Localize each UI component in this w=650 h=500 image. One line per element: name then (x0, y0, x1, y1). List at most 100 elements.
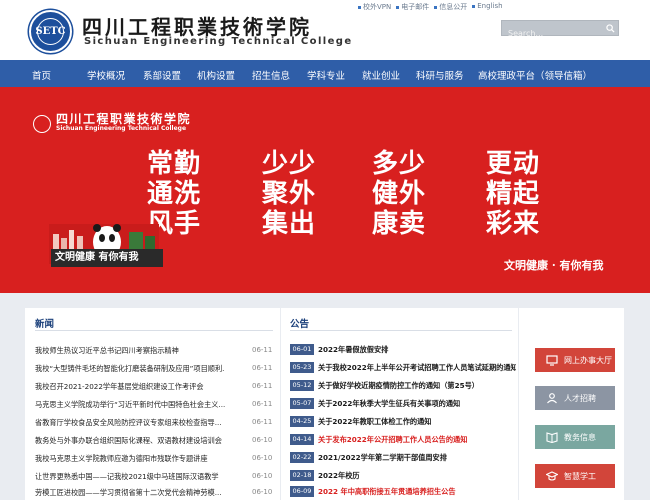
slogan-text: 更动 (486, 149, 541, 179)
news-item-date: 06-11 (252, 382, 273, 390)
top-link-label: 校外VPN (363, 3, 392, 11)
quick-link-label: 人才招聘 (564, 393, 596, 403)
news-item[interactable]: 让世界更熟悉中国——记我校2021级中马班国际汉语教学 06-10 (35, 468, 273, 485)
news-item-title: 我校“大型铸件毛坯的智能化打磨装备研制及应用”项目顺利... (35, 364, 225, 373)
slogan-text: 常勤 (147, 149, 202, 179)
nav-item-about[interactable]: 学校概况 (87, 68, 125, 82)
news-item[interactable]: 我校马克思主义学院教师应邀为德阳市残联作专题讲座 06-10 (35, 450, 273, 467)
news-item-title: 教务处与外事办联合组织国际化课程、双语教材建设培训会 (35, 436, 222, 445)
search-icon[interactable] (606, 24, 615, 33)
slogan-text: 少少 (262, 149, 317, 179)
bullet-icon (396, 5, 400, 9)
site-header: SETC 四川工程职業技術学院 Sichuan Engineering Tech… (0, 0, 650, 60)
notice-date-badge: 06-09 (290, 486, 314, 497)
quick-link-label: 教务信息 (564, 432, 596, 442)
slogan-text: 健外 (372, 179, 427, 209)
notice-item-title: 关于我校2022年上半年公开考试招聘工作人员笔试延期的通知 (318, 363, 516, 372)
talent-recruitment-button[interactable]: 人才招聘 (535, 386, 615, 410)
notice-item-title: 2021/2022学年第二学期干部值周安排 (318, 453, 447, 462)
banner-caption: 文明健康 有你有我 (51, 249, 163, 267)
news-item-date: 06-10 (252, 436, 273, 444)
news-item[interactable]: 我校召开2021-2022学年基层党组织建设工作考评会 06-11 (35, 378, 273, 395)
banner-college-name-en: Sichuan Engineering Technical College (56, 125, 187, 132)
top-link-email[interactable]: 电子邮件 (396, 2, 429, 12)
notice-date-badge: 05-23 (290, 362, 314, 373)
nav-item-research[interactable]: 科研与服务 (416, 68, 464, 82)
notice-date-badge: 06-01 (290, 344, 314, 355)
notice-date-badge: 05-12 (290, 380, 314, 391)
online-service-hall-button[interactable]: 网上办事大厅 (535, 348, 615, 372)
news-item-title: 我校师生热议习近平总书记四川考察指示精神 (35, 346, 179, 355)
notice-item[interactable]: 02-18 2022年校历 (290, 468, 516, 485)
top-link-info[interactable]: 信息公开 (434, 2, 467, 12)
notice-item[interactable]: 06-09 2022 年中高职衔接五年贯通培养招生公告 (290, 484, 516, 500)
nav-item-organizations[interactable]: 机构设置 (197, 68, 235, 82)
notice-item-title: 2022 年中高职衔接五年贯通培养招生公告 (318, 487, 456, 496)
slogan-text: 聚外 (262, 179, 317, 209)
notice-item[interactable]: 04-14 关于发布2022年公开招聘工作人员公告的通知 (290, 432, 516, 449)
search-input[interactable] (502, 26, 602, 41)
nav-item-departments[interactable]: 系部设置 (143, 68, 181, 82)
news-item[interactable]: 教务处与外事办联合组织国际化课程、双语教材建设培训会 06-10 (35, 432, 273, 449)
top-link-label: 电子邮件 (401, 3, 430, 11)
search-box (501, 20, 619, 41)
news-panel: 新闻 我校师生热议习近平总书记四川考察指示精神 06-11 我校“大型铸件毛坯的智… (25, 308, 280, 500)
news-item[interactable]: 马克思主义学院成功举行“习近平新时代中国特色社会主义... 06-11 (35, 396, 273, 413)
notice-panel-title[interactable]: 公告 (290, 316, 309, 330)
banner-seal-icon (33, 115, 51, 133)
banner-right-slogan: 文明健康 · 有你有我 (504, 259, 604, 272)
news-item-date: 06-10 (252, 488, 273, 496)
news-item-date: 06-10 (252, 472, 273, 480)
divider (290, 330, 512, 331)
notice-item[interactable]: 05-23 关于我校2022年上半年公开考试招聘工作人员笔试延期的通知 (290, 360, 516, 377)
top-link-vpn[interactable]: 校外VPN (358, 2, 391, 12)
nav-item-majors[interactable]: 学科专业 (307, 68, 345, 82)
news-item-title: 让世界更熟悉中国——记我校2021级中马班国际汉语教学 (35, 472, 219, 481)
college-seal-logo[interactable]: SETC (29, 10, 72, 53)
news-item-title: 我校召开2021-2022学年基层党组织建设工作考评会 (35, 382, 204, 391)
nav-item-admissions[interactable]: 招生信息 (252, 68, 290, 82)
nav-item-employment[interactable]: 就业创业 (362, 68, 400, 82)
notice-panel: 公告 06-01 2022年暑假放假安排 05-23 关于我校2022年上半年公开考… (281, 308, 518, 500)
notice-date-badge: 04-25 (290, 416, 314, 427)
nav-item-home[interactable]: 首页 (32, 68, 51, 82)
news-item[interactable]: 我校“大型铸件毛坯的智能化打磨装备研制及应用”项目顺利... 06-11 (35, 360, 273, 377)
notice-item[interactable]: 05-12 关于做好学校近期疫情防控工作的通知（第25号） (290, 378, 516, 395)
hero-banner[interactable]: 四川工程职業技術学院 Sichuan Engineering Technical… (0, 87, 650, 293)
news-item-title: 马克思主义学院成功举行“习近平新时代中国特色社会主义... (35, 400, 225, 409)
cap-icon (546, 471, 558, 481)
nav-item-governance[interactable]: 高校理政平台（领导信箱） (478, 68, 592, 82)
quick-links-panel: 网上办事大厅 人才招聘 教务信息 智慧学工 (519, 308, 624, 500)
top-link-label: 信息公开 (439, 3, 468, 11)
slogan-text: 精起 (486, 179, 541, 209)
news-item[interactable]: 劳模工匠进校园——学习贯彻省第十二次党代会精神劳模... 06-10 (35, 484, 273, 500)
notice-item[interactable]: 05-07 关于2022年秋季大学生征兵有关事项的通知 (290, 396, 516, 413)
notice-date-badge: 05-07 (290, 398, 314, 409)
top-link-english[interactable]: English (472, 2, 503, 12)
notice-date-badge: 02-18 (290, 470, 314, 481)
notice-date-badge: 04-14 (290, 434, 314, 445)
top-links: 校外VPN 电子邮件 信息公开 English (358, 2, 503, 12)
bullet-icon (358, 5, 361, 9)
academic-affairs-button[interactable]: 教务信息 (535, 425, 615, 449)
news-item-date: 06-10 (252, 454, 273, 462)
book-icon (546, 432, 558, 443)
news-item[interactable]: 我校师生热议习近平总书记四川考察指示精神 06-11 (35, 342, 273, 359)
notice-item[interactable]: 02-22 2021/2022学年第二学期干部值周安排 (290, 450, 516, 467)
person-icon (547, 393, 557, 404)
bullet-icon (434, 5, 438, 9)
notice-item-title: 关于2022年秋季大学生征兵有关事项的通知 (318, 399, 461, 408)
college-name-en: Sichuan Engineering Technical College (84, 36, 353, 47)
seal-emblem: SETC (35, 18, 66, 45)
quick-link-label: 智慧学工 (564, 471, 596, 481)
divider (35, 330, 273, 331)
news-item-title: 劳模工匠进校园——学习贯彻省第十二次党代会精神劳模... (35, 488, 222, 497)
news-item-date: 06-11 (252, 418, 273, 426)
smart-student-affairs-button[interactable]: 智慧学工 (535, 464, 615, 488)
news-item[interactable]: 省教育厅学校食品安全风险防控评议专家组来校检查指导... 06-11 (35, 414, 273, 431)
notice-item[interactable]: 06-01 2022年暑假放假安排 (290, 342, 516, 359)
news-panel-title[interactable]: 新闻 (35, 316, 54, 330)
bullet-icon (472, 4, 476, 8)
notice-item[interactable]: 04-25 关于2022年教职工体检工作的通知 (290, 414, 516, 431)
notice-item-title: 关于2022年教职工体检工作的通知 (318, 417, 432, 426)
